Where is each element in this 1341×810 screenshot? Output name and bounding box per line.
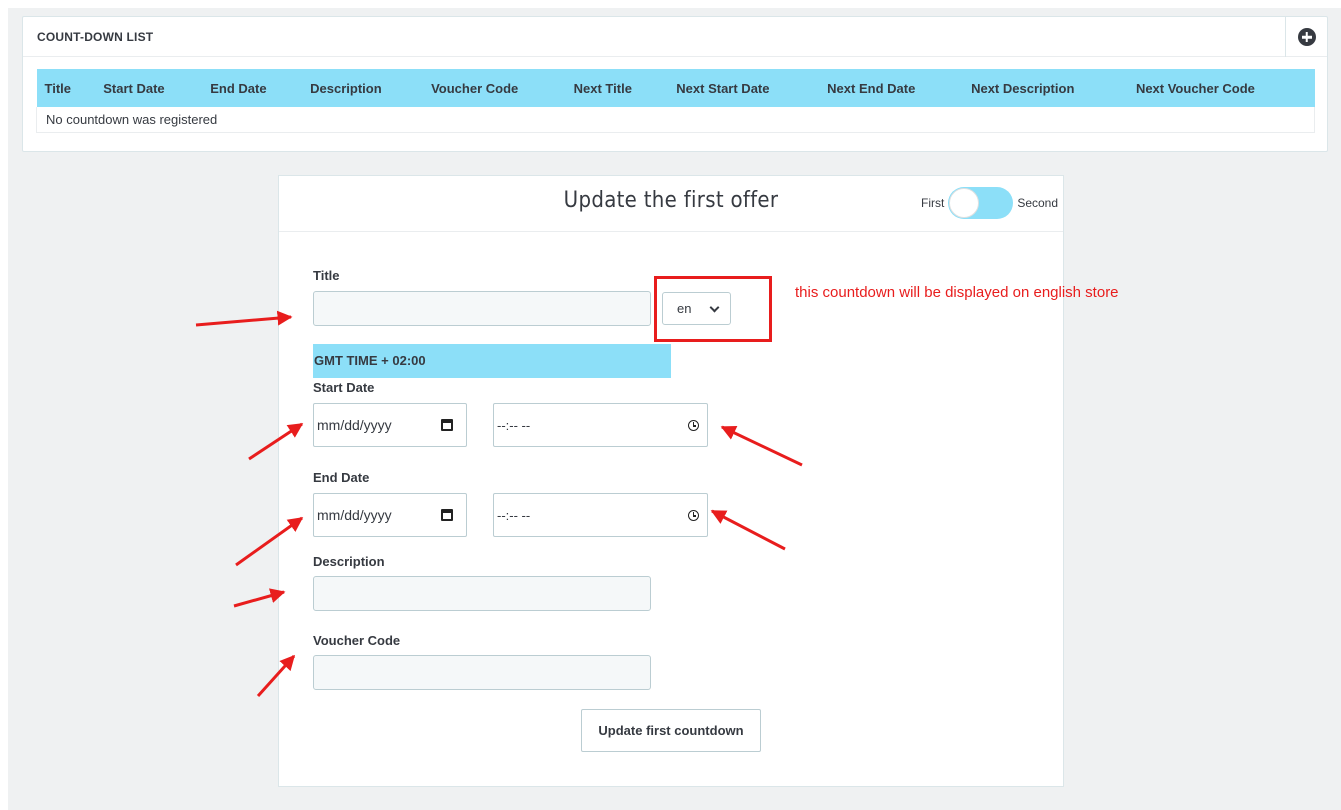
toggle-left-label: First: [921, 196, 945, 210]
voucher-code-input[interactable]: [313, 655, 651, 690]
column-header[interactable]: Description: [302, 69, 424, 107]
annotation-highlight-box: [654, 276, 772, 342]
countdown-table-header-row: Title Start Date End Date Description Vo…: [36, 69, 1315, 107]
toggle-knob: [949, 188, 980, 218]
countdown-list-header: COUNT-DOWN LIST: [23, 17, 1327, 57]
start-date-label: Start Date: [313, 380, 375, 395]
first-second-toggle[interactable]: [948, 187, 1014, 219]
end-date-placeholder: mm/dd/yyyy: [317, 507, 392, 523]
offer-switch: First Second: [921, 187, 1058, 219]
plus-circle-icon: [1297, 28, 1316, 46]
end-date-input[interactable]: mm/dd/yyyy: [313, 493, 467, 537]
start-time-placeholder: --:-- --: [497, 417, 531, 433]
add-countdown-button[interactable]: [1285, 17, 1327, 57]
start-date-input[interactable]: mm/dd/yyyy: [313, 403, 467, 447]
start-date-placeholder: mm/dd/yyyy: [317, 417, 392, 433]
column-header[interactable]: Title: [36, 69, 96, 107]
form-header: Update the first offer First Second: [279, 176, 1063, 232]
column-header[interactable]: Start Date: [95, 69, 203, 107]
calendar-icon[interactable]: [441, 509, 453, 521]
voucher-code-label: Voucher Code: [313, 633, 401, 648]
column-header[interactable]: Voucher Code: [423, 69, 566, 107]
column-header[interactable]: Next Start Date: [668, 69, 820, 107]
end-time-placeholder: --:-- --: [497, 507, 531, 523]
column-header[interactable]: End Date: [202, 69, 303, 107]
column-header[interactable]: Next Title: [565, 69, 669, 107]
empty-message: No countdown was registered: [36, 107, 1315, 133]
title-label: Title: [313, 268, 340, 283]
end-date-label: End Date: [313, 470, 370, 485]
table-row: No countdown was registered: [36, 107, 1315, 133]
title-input[interactable]: [313, 291, 651, 326]
countdown-list-panel: COUNT-DOWN LIST Title Start Date End Dat…: [22, 16, 1328, 152]
column-header[interactable]: Next End Date: [819, 69, 964, 107]
clock-icon[interactable]: [688, 420, 699, 431]
start-time-input[interactable]: --:-- --: [493, 403, 708, 447]
annotation-note: this countdown will be displayed on engl…: [795, 284, 1119, 301]
description-label: Description: [313, 554, 385, 569]
column-header[interactable]: Next Description: [963, 69, 1128, 107]
column-header[interactable]: Next Voucher Code: [1127, 69, 1315, 107]
toggle-right-label: Second: [1017, 196, 1059, 210]
gmt-time-banner: GMT TIME + 02:00: [313, 344, 671, 378]
countdown-list-title: COUNT-DOWN LIST: [37, 29, 154, 44]
calendar-icon[interactable]: [441, 419, 453, 431]
description-input[interactable]: [313, 576, 651, 611]
clock-icon[interactable]: [688, 510, 699, 521]
update-offer-form: Update the first offer First Second Titl…: [278, 175, 1064, 787]
end-time-input[interactable]: --:-- --: [493, 493, 708, 537]
countdown-table: Title Start Date End Date Description Vo…: [36, 69, 1315, 133]
update-first-countdown-button[interactable]: Update first countdown: [581, 709, 761, 752]
